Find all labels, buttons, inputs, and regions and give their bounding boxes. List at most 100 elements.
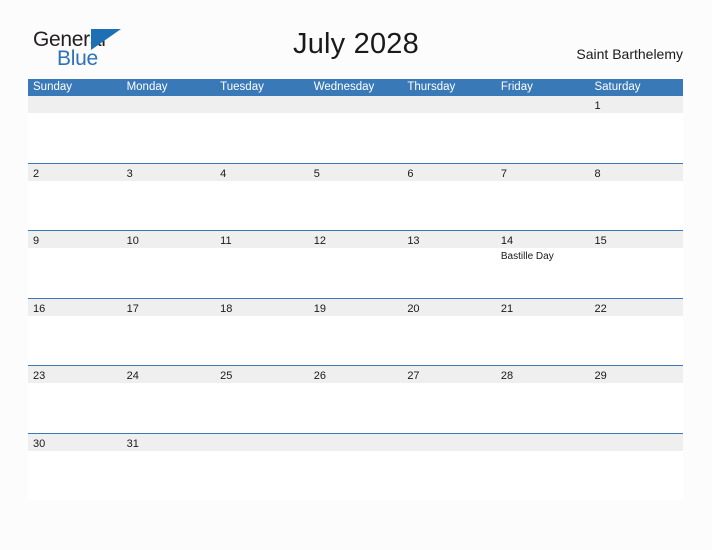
day-events[interactable]: [309, 113, 403, 162]
day-events[interactable]: [309, 248, 403, 297]
day-events[interactable]: [496, 383, 590, 432]
week-event-body: [28, 113, 683, 162]
day-events[interactable]: [496, 181, 590, 230]
day-events[interactable]: [122, 181, 216, 230]
day-events[interactable]: [496, 316, 590, 365]
day-events[interactable]: [402, 181, 496, 230]
day-cell[interactable]: 9: [28, 231, 122, 248]
day-cell[interactable]: 14: [496, 231, 590, 248]
day-cell[interactable]: 19: [309, 299, 403, 316]
day-cell[interactable]: [215, 434, 309, 451]
day-cell[interactable]: 6: [402, 164, 496, 181]
day-cell[interactable]: 22: [589, 299, 683, 316]
calendar-week-row: 2 3 4 5 6 7 8: [28, 162, 683, 230]
day-cell[interactable]: [215, 96, 309, 113]
day-events[interactable]: [215, 248, 309, 297]
day-cell[interactable]: 4: [215, 164, 309, 181]
day-events[interactable]: [402, 451, 496, 500]
day-cell[interactable]: 12: [309, 231, 403, 248]
day-cell[interactable]: 5: [309, 164, 403, 181]
day-cell[interactable]: [402, 96, 496, 113]
day-events[interactable]: [215, 181, 309, 230]
day-cell[interactable]: 7: [496, 164, 590, 181]
day-events[interactable]: [309, 181, 403, 230]
day-events[interactable]: [589, 451, 683, 500]
day-cell[interactable]: [309, 434, 403, 451]
day-cell[interactable]: 11: [215, 231, 309, 248]
day-cell[interactable]: 28: [496, 366, 590, 383]
day-number: 2: [33, 167, 40, 180]
day-events[interactable]: [309, 451, 403, 500]
day-events[interactable]: [309, 316, 403, 365]
day-cell[interactable]: 1: [589, 96, 683, 113]
day-events[interactable]: [496, 451, 590, 500]
day-cell[interactable]: [28, 96, 122, 113]
day-number: 25: [220, 370, 233, 382]
day-cell[interactable]: 20: [402, 299, 496, 316]
day-cell[interactable]: 31: [122, 434, 216, 451]
day-events[interactable]: [28, 316, 122, 365]
day-cell[interactable]: 23: [28, 366, 122, 383]
day-cell[interactable]: 16: [28, 299, 122, 316]
day-events[interactable]: [402, 383, 496, 432]
day-number: 11: [220, 235, 232, 247]
day-cell[interactable]: 17: [122, 299, 216, 316]
day-cell[interactable]: 3: [122, 164, 216, 181]
day-cell[interactable]: 8: [589, 164, 683, 181]
day-events[interactable]: [215, 451, 309, 500]
day-events[interactable]: [28, 383, 122, 432]
day-events[interactable]: [28, 181, 122, 230]
day-events[interactable]: [309, 383, 403, 432]
day-cell[interactable]: 2: [28, 164, 122, 181]
day-cell[interactable]: 30: [28, 434, 122, 451]
day-events[interactable]: [589, 383, 683, 432]
day-cell[interactable]: [402, 434, 496, 451]
event-label: Bastille Day: [500, 251, 554, 262]
day-cell[interactable]: 15: [589, 231, 683, 248]
day-events[interactable]: [589, 316, 683, 365]
day-events[interactable]: [589, 181, 683, 230]
day-events[interactable]: [589, 248, 683, 297]
day-events[interactable]: [402, 316, 496, 365]
day-events[interactable]: [122, 248, 216, 297]
day-cell[interactable]: 26: [309, 366, 403, 383]
day-cell[interactable]: [589, 434, 683, 451]
week-date-band: 1: [28, 96, 683, 113]
day-number: 31: [126, 437, 139, 450]
day-cell[interactable]: 29: [589, 366, 683, 383]
day-events[interactable]: [28, 248, 122, 297]
day-number: 4: [220, 167, 227, 180]
day-cell[interactable]: [309, 96, 403, 113]
day-events[interactable]: [215, 383, 309, 432]
day-events[interactable]: [28, 451, 122, 500]
day-number: 13: [407, 235, 420, 247]
day-cell[interactable]: 21: [496, 299, 590, 316]
day-events[interactable]: [122, 451, 216, 500]
day-events[interactable]: [402, 248, 496, 297]
day-cell[interactable]: 25: [215, 366, 309, 383]
day-cell[interactable]: 10: [122, 231, 216, 248]
day-cell[interactable]: 13: [402, 231, 496, 248]
day-cell[interactable]: 24: [122, 366, 216, 383]
day-cell[interactable]: [496, 96, 590, 113]
calendar-week-row: 9 10 11 12 13 14 15 Bastille Day: [28, 230, 683, 298]
day-events[interactable]: [215, 113, 309, 162]
day-cell[interactable]: 18: [215, 299, 309, 316]
day-events[interactable]: [122, 383, 216, 432]
day-events[interactable]: [122, 113, 216, 162]
day-events[interactable]: [122, 316, 216, 365]
day-events[interactable]: [589, 113, 683, 162]
day-events[interactable]: [28, 113, 122, 162]
weekday-header-saturday: Saturday: [594, 81, 641, 93]
day-cell[interactable]: [122, 96, 216, 113]
day-events-bastille[interactable]: Bastille Day: [496, 248, 590, 297]
day-events[interactable]: [402, 113, 496, 162]
day-events[interactable]: [496, 113, 590, 162]
day-events[interactable]: [215, 316, 309, 365]
page-header: General Blue July 2028 Saint Barthelemy: [0, 0, 712, 78]
day-cell[interactable]: [496, 434, 590, 451]
day-number: 14: [500, 235, 514, 247]
calendar-week-row: 23 24 25 26 27 28 29: [28, 365, 683, 433]
weekday-header-tuesday: Tuesday: [220, 81, 264, 93]
day-cell[interactable]: 27: [402, 366, 496, 383]
